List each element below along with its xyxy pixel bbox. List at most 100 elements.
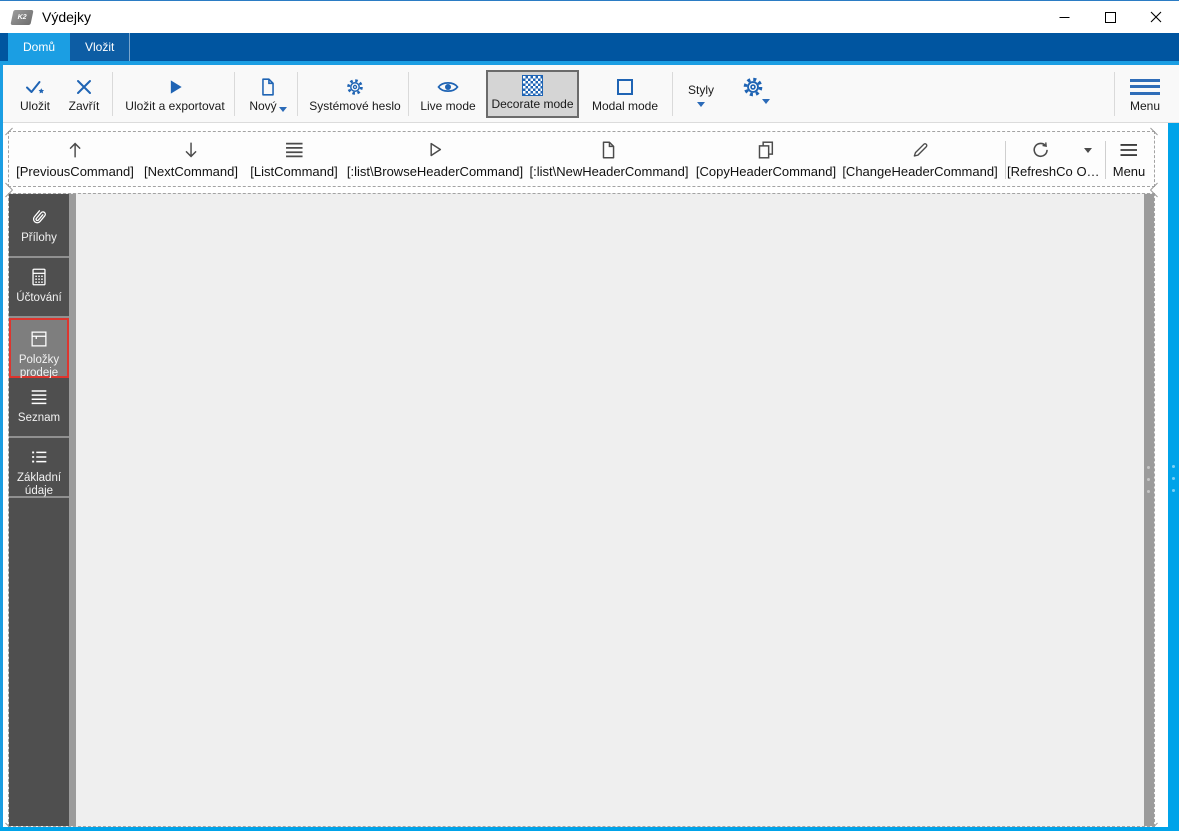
- command-menu-label: Menu: [1112, 164, 1146, 179]
- new-label: Nový: [249, 99, 277, 113]
- close-icon: [1150, 11, 1162, 23]
- ribbon-separator: [297, 72, 298, 116]
- decorate-mode-label: Decorate mode: [491, 97, 574, 111]
- command-toolbar-separator: [1105, 141, 1106, 179]
- gear-large-icon: [740, 74, 766, 99]
- designer-bottom-edge[interactable]: [0, 827, 1179, 831]
- play-icon: [165, 74, 185, 99]
- new-button[interactable]: Nový: [240, 70, 296, 118]
- form-designer-area: [PreviousCommand] [NextCommand] [ListCom…: [0, 61, 1179, 831]
- play-outline-icon: [424, 139, 446, 161]
- close-button[interactable]: [1133, 1, 1179, 33]
- command-toolbar-separator: [1005, 141, 1006, 179]
- edge-grip-icon: [1172, 465, 1175, 492]
- modal-mode-label: Modal mode: [591, 99, 659, 113]
- copy-header-command-label: [CopyHeaderCommand]: [695, 164, 837, 179]
- change-header-command-button[interactable]: [ChangeHeaderCommand]: [842, 139, 998, 179]
- new-header-command-button[interactable]: [:list\NewHeaderCommand]: [529, 139, 689, 179]
- ribbon-separator: [1114, 72, 1115, 116]
- styles-button[interactable]: Styly: [678, 70, 724, 118]
- new-dropdown-caret-icon: [278, 106, 287, 112]
- overflow-caret-icon: [1084, 139, 1092, 161]
- live-mode-button[interactable]: Live mode: [412, 70, 484, 118]
- refresh-icon: [1029, 139, 1051, 161]
- browse-header-command-label: [:list\BrowseHeaderCommand]: [346, 164, 524, 179]
- list-lines-icon: [28, 386, 50, 408]
- tab-vlozit[interactable]: Vložit: [70, 33, 131, 61]
- box-icon: [28, 328, 50, 350]
- decorate-mode-button[interactable]: Decorate mode: [486, 70, 579, 118]
- document-outline-icon: [598, 139, 620, 161]
- system-password-button[interactable]: Systémové heslo: [303, 70, 407, 118]
- sidebar-item-prilohy[interactable]: Přílohy: [9, 198, 69, 258]
- form-main-region: Přílohy Účtování Položky prodeje Seznam …: [5, 189, 1158, 831]
- ribbon-separator: [672, 72, 673, 116]
- splitter-grip-icon: [1147, 466, 1150, 493]
- overflow-label: O…: [1076, 164, 1100, 179]
- sidebar-item-label: Účtování: [16, 292, 62, 304]
- paperclip-icon: [28, 206, 50, 228]
- designer-left-edge: [0, 61, 3, 831]
- arrow-up-icon: [64, 139, 86, 161]
- menu-hamburger-dark-icon: [1117, 139, 1141, 161]
- refresh-command-button[interactable]: [RefreshCo: [1007, 139, 1073, 179]
- sidebar-item-polozky-prodeje[interactable]: Položky prodeje: [9, 318, 69, 380]
- right-splitter[interactable]: [1144, 194, 1154, 826]
- pencil-icon: [909, 139, 931, 161]
- settings-dropdown-button[interactable]: [728, 70, 778, 118]
- list-lines-icon: [283, 139, 305, 161]
- browse-header-command-button[interactable]: [:list\BrowseHeaderCommand]: [347, 139, 523, 179]
- ribbon-separator: [234, 72, 235, 116]
- minimize-button[interactable]: [1041, 1, 1087, 33]
- sidebar-item-label: Položky prodeje: [18, 354, 60, 380]
- previous-command-button[interactable]: [PreviousCommand]: [16, 139, 134, 179]
- copy-icon: [755, 139, 777, 161]
- next-command-button[interactable]: [NextCommand]: [144, 139, 238, 179]
- ribbon-menu-button[interactable]: Menu: [1120, 70, 1170, 118]
- tab-domu[interactable]: Domů: [8, 33, 71, 61]
- sidebar-item-label: Základní údaje: [16, 472, 62, 498]
- window-controls: [1041, 1, 1179, 33]
- new-document-icon: [257, 74, 279, 99]
- styles-dropdown-caret-icon: [697, 102, 705, 107]
- command-menu-button[interactable]: Menu: [1112, 139, 1146, 179]
- window-title: Výdejky: [42, 9, 92, 25]
- change-header-command-label: [ChangeHeaderCommand]: [842, 164, 998, 179]
- form-content-canvas[interactable]: [76, 194, 1144, 826]
- menu-hamburger-icon: [1130, 74, 1160, 99]
- sidebar-nav: Přílohy Účtování Položky prodeje Seznam …: [9, 194, 69, 826]
- new-header-command-label: [:list\NewHeaderCommand]: [529, 164, 689, 179]
- save-export-button[interactable]: Uložit a exportovat: [119, 70, 231, 118]
- system-password-label: Systémové heslo: [309, 99, 401, 113]
- ribbon-tabbar: Domů Vložit: [0, 33, 1179, 61]
- gear-small-icon: [344, 74, 366, 99]
- close-form-button[interactable]: Zavřít: [61, 70, 107, 118]
- sidebar-item-uctovani[interactable]: Účtování: [9, 258, 69, 318]
- previous-command-label: [PreviousCommand]: [16, 164, 134, 179]
- sidebar-splitter[interactable]: [69, 194, 76, 826]
- sidebar-item-seznam[interactable]: Seznam: [9, 378, 69, 438]
- maximize-icon: [1104, 11, 1116, 23]
- arrow-down-icon: [180, 139, 202, 161]
- list-command-button[interactable]: [ListCommand]: [250, 139, 338, 179]
- close-label: Zavřít: [68, 99, 100, 113]
- maximize-button[interactable]: [1087, 1, 1133, 33]
- save-button[interactable]: Uložit: [12, 70, 58, 118]
- sidebar-item-label: Seznam: [17, 412, 61, 424]
- sidebar-item-zakladni-udaje[interactable]: Základní údaje: [9, 438, 69, 498]
- save-label: Uložit: [19, 99, 50, 113]
- app-icon: K2: [10, 9, 34, 25]
- list-command-label: [ListCommand]: [250, 164, 338, 179]
- square-outline-icon: [617, 74, 633, 99]
- app-window: K2 Výdejky Domů Vložit Uložit Zavřít Ulo…: [0, 0, 1179, 831]
- ribbon-separator: [112, 72, 113, 116]
- designer-right-edge[interactable]: [1168, 123, 1179, 831]
- ribbon-toolbar: Uložit Zavřít Uložit a exportovat Nový S…: [0, 65, 1179, 123]
- overflow-dropdown-button[interactable]: O…: [1075, 139, 1101, 179]
- ribbon-separator: [408, 72, 409, 116]
- sidebar-item-label: Přílohy: [21, 232, 57, 244]
- modal-mode-button[interactable]: Modal mode: [581, 70, 669, 118]
- copy-header-command-button[interactable]: [CopyHeaderCommand]: [696, 139, 836, 179]
- next-command-label: [NextCommand]: [144, 164, 238, 179]
- live-mode-label: Live mode: [420, 99, 476, 113]
